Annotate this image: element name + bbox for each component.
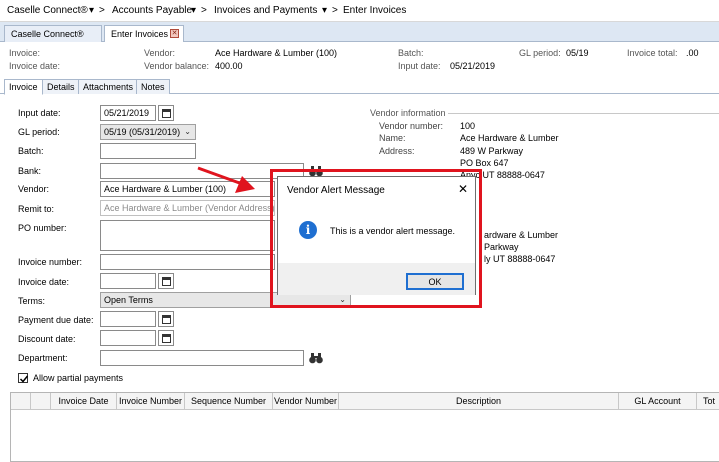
dialog-title: Vendor Alert Message <box>287 185 385 196</box>
invoice-date-label: Invoice date: <box>18 277 70 287</box>
document-tabs: Caselle Connect® Enter Invoices ✕ <box>0 22 719 42</box>
tab-attachments[interactable]: Attachments <box>78 79 139 94</box>
calendar-icon[interactable] <box>158 311 174 327</box>
ok-button[interactable]: OK <box>406 273 464 290</box>
batch-field[interactable] <box>100 143 196 159</box>
pointer-arrow <box>197 166 255 193</box>
payment-due-date-label: Payment due date: <box>18 315 94 325</box>
remit-address-value: Parkway <box>484 242 519 252</box>
breadcrumb-invoices-payments[interactable]: Invoices and Payments <box>214 5 317 16</box>
grid-select-header <box>31 393 51 410</box>
info-icon: i <box>299 221 317 239</box>
vendor-address-label: Address: <box>379 146 415 156</box>
summary-vendor-balance-value: 400.00 <box>215 61 243 71</box>
remit-city-value: ly UT 88888-0647 <box>484 254 556 264</box>
vendor-address-line1: 489 W Parkway <box>460 146 524 156</box>
invoice-details-grid[interactable]: Invoice Date Invoice Number Sequence Num… <box>10 392 719 462</box>
tab-enter-invoices[interactable]: Enter Invoices ✕ <box>104 25 184 42</box>
column-header-invoice-date[interactable]: Invoice Date <box>51 393 117 410</box>
remit-to-field[interactable]: Ace Hardware & Lumber (Vendor Address) <box>100 200 275 216</box>
summary-vendor-balance-label: Vendor balance: <box>144 61 210 71</box>
summary-invoice-total-value: .00 <box>686 48 699 58</box>
vendor-name-value: Ace Hardware & Lumber <box>460 133 559 143</box>
department-field[interactable] <box>100 350 304 366</box>
po-number-label: PO number: <box>18 223 67 233</box>
discount-date-label: Discount date: <box>18 334 76 344</box>
terms-value: Open Terms <box>104 295 153 305</box>
gl-period-label: GL period: <box>18 127 60 137</box>
breadcrumb-separator: > <box>201 5 207 16</box>
discount-date-field[interactable] <box>100 330 156 346</box>
summary-invoice-date-label: Invoice date: <box>9 61 61 71</box>
allow-partial-label: Allow partial payments <box>33 373 124 383</box>
tab-label: Enter Invoices <box>111 29 169 39</box>
tab-details[interactable]: Details <box>42 79 80 94</box>
breadcrumb-home[interactable]: Caselle Connect® <box>7 5 88 16</box>
column-header-gl-account[interactable]: GL Account <box>619 393 697 410</box>
department-label: Department: <box>18 353 68 363</box>
vendor-label: Vendor: <box>18 184 50 194</box>
chevron-down-icon: ⌄ <box>184 127 191 136</box>
binoculars-icon[interactable] <box>308 351 324 365</box>
column-header-sequence-number[interactable]: Sequence Number <box>185 393 273 410</box>
close-icon[interactable]: ✕ <box>458 182 468 196</box>
breadcrumb: Caselle Connect® ▾ > Accounts Payable ▾ … <box>0 0 719 22</box>
input-date-label: Input date: <box>18 108 61 118</box>
breadcrumb-separator: > <box>332 5 338 16</box>
tab-caselle-connect[interactable]: Caselle Connect® <box>4 25 102 42</box>
terms-label: Terms: <box>18 296 45 306</box>
dialog-message: This is a vendor alert message. <box>330 226 456 236</box>
payment-due-date-field[interactable] <box>100 311 156 327</box>
batch-label: Batch: <box>18 146 44 156</box>
summary-invoice-label: Invoice: <box>9 48 41 58</box>
remit-to-label: Remit to: <box>18 204 55 214</box>
close-tab-icon[interactable]: ✕ <box>170 29 179 38</box>
po-number-field[interactable] <box>100 220 275 251</box>
dropdown-arrow-icon[interactable]: ▾ <box>89 5 94 16</box>
calendar-icon[interactable] <box>158 330 174 346</box>
input-date-field[interactable]: 05/21/2019 <box>100 105 156 121</box>
invoice-number-field[interactable] <box>100 254 275 270</box>
breadcrumb-separator: > <box>99 5 105 16</box>
calendar-icon[interactable] <box>158 105 174 121</box>
invoice-subtabs: Invoice Details Attachments Notes <box>0 78 719 95</box>
invoice-summary: Invoice: Invoice date: Vendor: Ace Hardw… <box>0 42 719 78</box>
summary-vendor-label: Vendor: <box>144 48 176 58</box>
vendor-address-line2: PO Box 647 <box>460 158 509 168</box>
bank-label: Bank: <box>18 166 42 176</box>
calendar-icon[interactable] <box>158 273 174 289</box>
summary-vendor-value: Ace Hardware & Lumber (100) <box>215 48 338 58</box>
column-header-total[interactable]: Tot <box>697 393 719 410</box>
vendor-name-label: Name: <box>379 133 406 143</box>
breadcrumb-enter-invoices: Enter Invoices <box>343 5 407 16</box>
dropdown-arrow-icon[interactable]: ▾ <box>322 5 327 16</box>
column-header-description[interactable]: Description <box>339 393 619 410</box>
vendor-number-value: 100 <box>460 121 476 131</box>
summary-input-date-value: 05/21/2019 <box>450 61 496 71</box>
summary-gl-period-value: 05/19 <box>566 48 589 58</box>
summary-batch-label: Batch: <box>398 48 424 58</box>
remit-name-value: ardware & Lumber <box>484 230 559 240</box>
summary-invoice-total-label: Invoice total: <box>627 48 678 58</box>
summary-gl-period-label: GL period: <box>519 48 561 58</box>
invoice-date-field[interactable] <box>100 273 156 289</box>
gl-period-value: 05/19 (05/31/2019) <box>104 127 181 137</box>
breadcrumb-accounts-payable[interactable]: Accounts Payable <box>112 5 192 16</box>
column-header-invoice-number[interactable]: Invoice Number <box>117 393 185 410</box>
vendor-alert-dialog: Vendor Alert Message ✕ i This is a vendo… <box>277 176 476 295</box>
grid-row-indicator-header <box>11 393 31 410</box>
tab-notes[interactable]: Notes <box>136 79 170 94</box>
gl-period-select[interactable]: 05/19 (05/31/2019) ⌄ <box>100 124 196 140</box>
summary-input-date-label: Input date: <box>398 61 441 71</box>
dropdown-arrow-icon[interactable]: ▾ <box>191 5 196 16</box>
vendor-info-heading: Vendor information <box>370 108 446 118</box>
tab-invoice[interactable]: Invoice <box>4 79 43 95</box>
allow-partial-checkbox[interactable] <box>18 373 29 383</box>
group-divider <box>448 113 719 114</box>
vendor-number-label: Vendor number: <box>379 121 444 131</box>
invoice-number-label: Invoice number: <box>18 257 83 267</box>
column-header-vendor-number[interactable]: Vendor Number <box>273 393 339 410</box>
